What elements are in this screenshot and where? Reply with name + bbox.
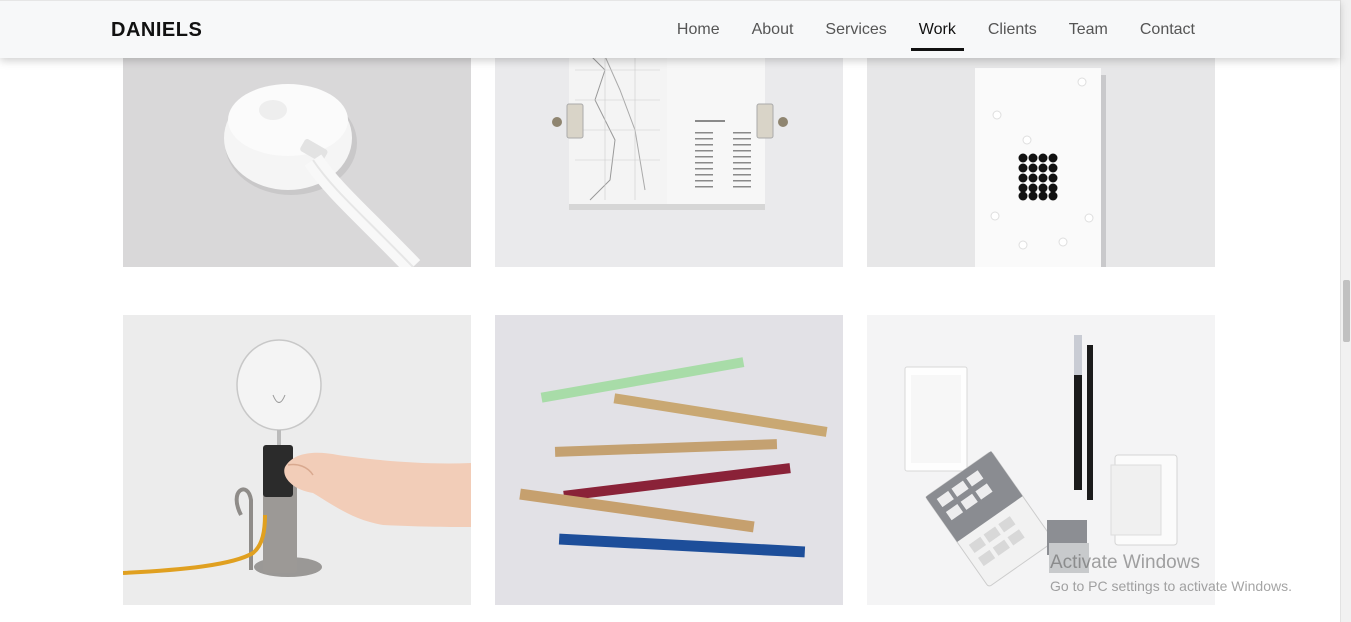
main-nav: Home About Services Work Clients Team Co… bbox=[661, 1, 1211, 59]
gallery-item-airtag[interactable] bbox=[123, 40, 471, 267]
vertical-scrollbar[interactable] bbox=[1340, 0, 1351, 622]
nav-about[interactable]: About bbox=[736, 1, 810, 59]
dot-card-image bbox=[867, 40, 1215, 267]
hand-lamp-image bbox=[123, 315, 471, 605]
nav-clients[interactable]: Clients bbox=[972, 1, 1053, 59]
scrollbar-thumb[interactable] bbox=[1343, 280, 1350, 342]
activate-windows-watermark: Activate Windows Go to PC settings to ac… bbox=[1050, 552, 1292, 594]
watermark-title: Activate Windows bbox=[1050, 552, 1200, 573]
nav-contact[interactable]: Contact bbox=[1124, 1, 1211, 59]
gallery-item-rulers[interactable] bbox=[495, 315, 843, 605]
airtag-charger-image bbox=[123, 40, 471, 267]
gallery-item-dot-card[interactable] bbox=[867, 40, 1215, 267]
rulers-image bbox=[495, 315, 843, 605]
nav-home[interactable]: Home bbox=[661, 1, 736, 59]
gallery-item-map-book[interactable] bbox=[495, 40, 843, 267]
nav-services[interactable]: Services bbox=[809, 1, 902, 59]
nav-team[interactable]: Team bbox=[1053, 1, 1124, 59]
top-navbar: DANIELS Home About Services Work Clients… bbox=[0, 0, 1340, 58]
watermark-subtitle: Go to PC settings to activate Windows. bbox=[1050, 578, 1292, 594]
map-book-image bbox=[495, 40, 843, 267]
nav-work[interactable]: Work bbox=[903, 1, 972, 59]
brand-logo[interactable]: DANIELS bbox=[111, 19, 202, 42]
gallery-item-lamp[interactable] bbox=[123, 315, 471, 605]
